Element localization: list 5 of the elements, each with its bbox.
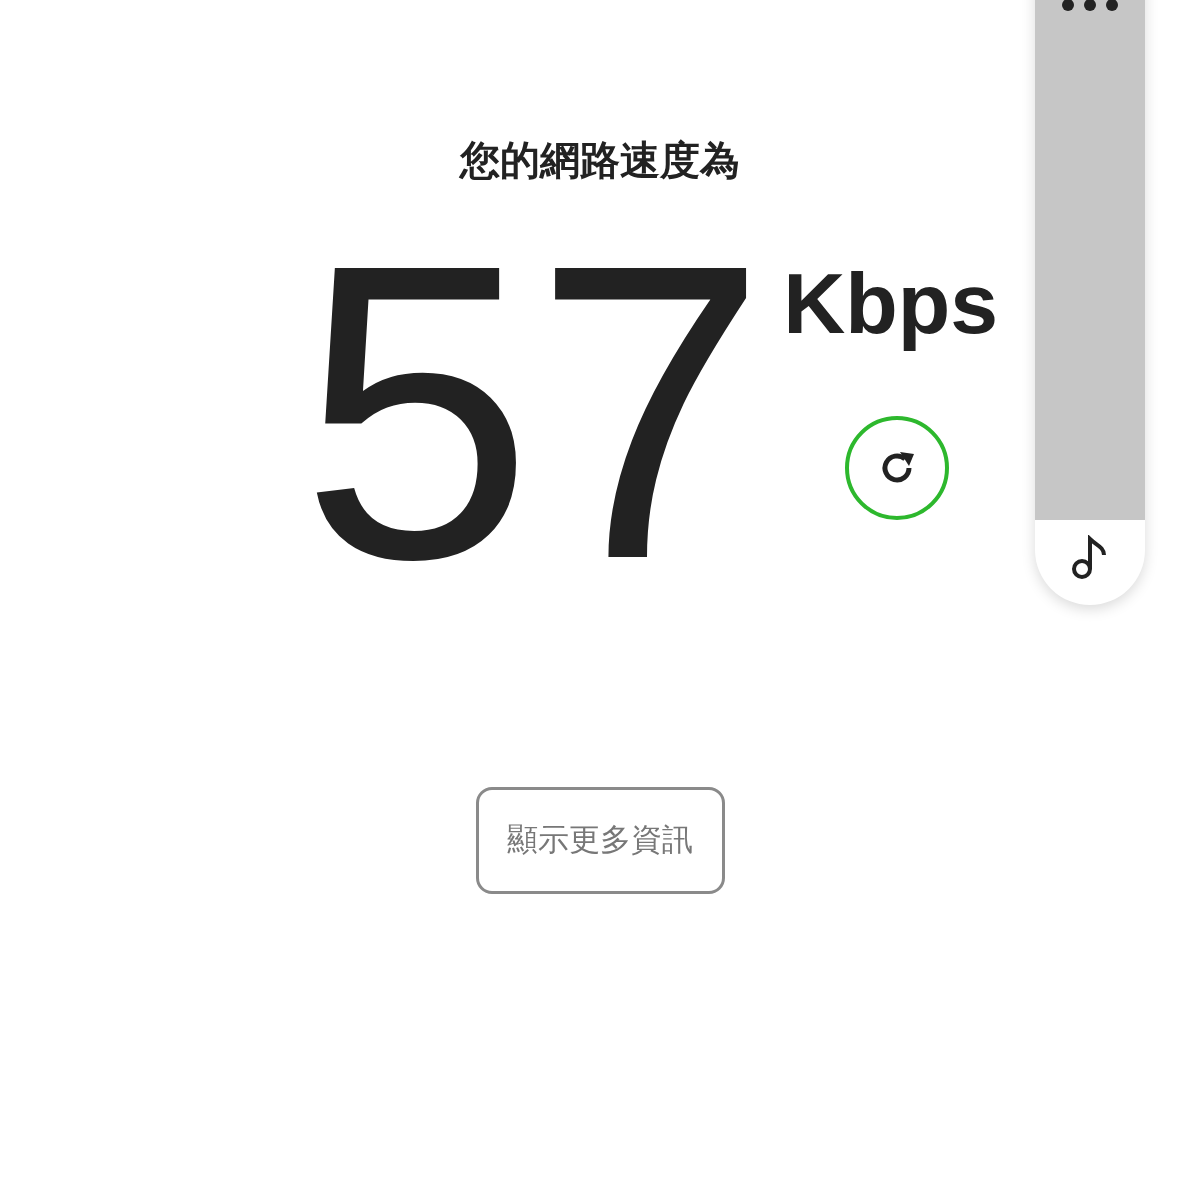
more-options-icon[interactable]	[1060, 0, 1120, 12]
speed-unit: Kbps	[783, 254, 999, 353]
more-info-button[interactable]: 顯示更多資訊	[475, 787, 725, 894]
speed-value: 57	[300, 223, 768, 601]
speed-heading: 您的網路速度為	[458, 137, 741, 184]
